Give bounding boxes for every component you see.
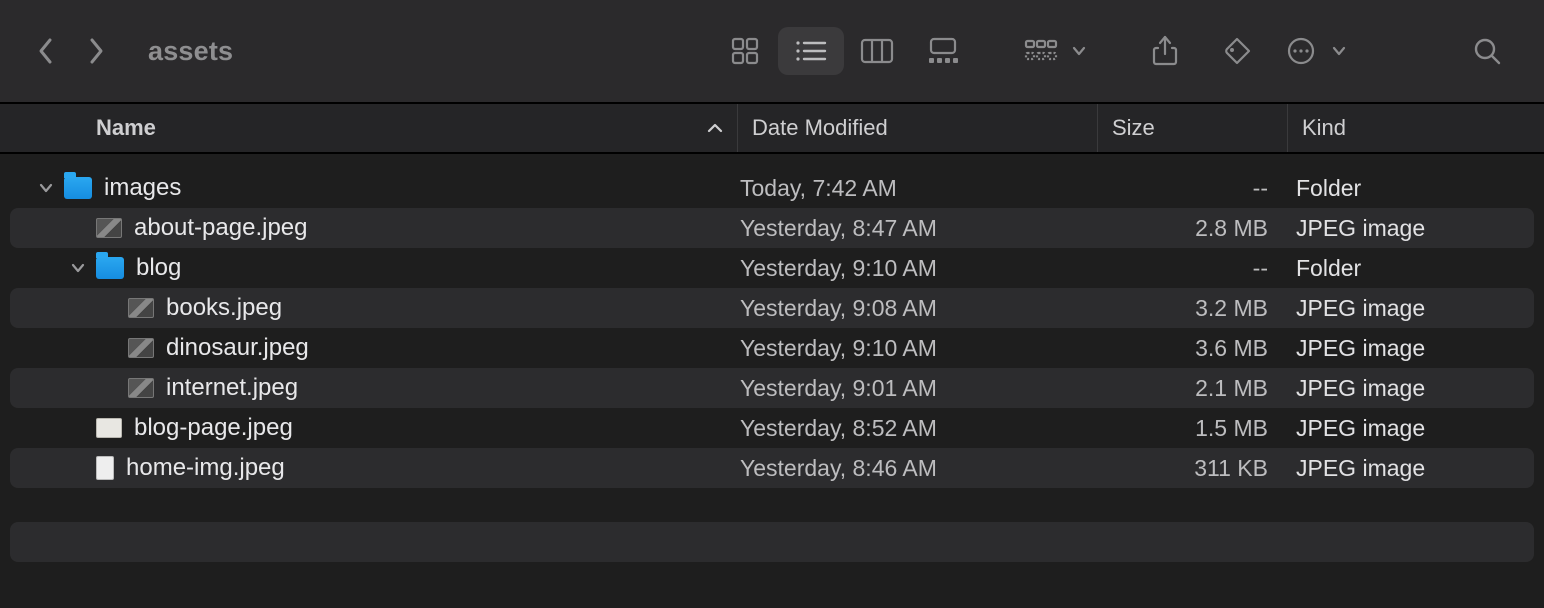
- column-label: Name: [96, 115, 156, 141]
- image-thumb-icon: [96, 456, 114, 480]
- file-name: home-img.jpeg: [126, 454, 285, 482]
- toolbar: assets: [0, 0, 1544, 104]
- folder-icon: [96, 257, 124, 279]
- file-name: books.jpeg: [166, 294, 282, 322]
- file-row[interactable]: blog-page.jpeg Yesterday, 8:52 AM1.5 MBJP…: [10, 408, 1534, 448]
- image-thumb-icon: [128, 298, 154, 318]
- cell-kind: Folder: [1290, 175, 1534, 202]
- cell-name: home-img.jpeg: [10, 454, 740, 482]
- cell-kind: Folder: [1290, 255, 1534, 282]
- view-columns-button[interactable]: [844, 27, 910, 75]
- cell-kind: JPEG image: [1290, 415, 1534, 442]
- column-header-name[interactable]: Name: [0, 104, 738, 152]
- cell-name: images: [10, 174, 740, 202]
- cell-name: books.jpeg: [10, 294, 740, 322]
- view-list-button[interactable]: [778, 27, 844, 75]
- actions-menu-button[interactable]: [1276, 27, 1352, 75]
- cell-date: Yesterday, 9:08 AM: [740, 295, 1100, 322]
- view-icons-button[interactable]: [712, 27, 778, 75]
- column-headers: Name Date Modified Size Kind: [0, 104, 1544, 154]
- cell-size: 3.6 MB: [1100, 335, 1290, 362]
- column-header-kind[interactable]: Kind: [1288, 104, 1544, 152]
- cell-kind: JPEG image: [1290, 455, 1534, 482]
- cell-date: Yesterday, 9:10 AM: [740, 335, 1100, 362]
- cell-name: about-page.jpeg: [10, 214, 740, 242]
- file-row[interactable]: about-page.jpeg Yesterday, 8:47 AM2.8 MBJ…: [10, 208, 1534, 248]
- cell-name: blog-page.jpeg: [10, 414, 740, 442]
- cell-date: Yesterday, 8:52 AM: [740, 415, 1100, 442]
- column-label: Date Modified: [752, 115, 888, 141]
- chevron-down-icon[interactable]: [1326, 27, 1352, 75]
- column-header-date[interactable]: Date Modified: [738, 104, 1098, 152]
- view-gallery-button[interactable]: [910, 27, 976, 75]
- cell-name: blog: [10, 254, 740, 282]
- cell-size: 311 KB: [1100, 455, 1290, 482]
- file-name: images: [104, 174, 181, 202]
- file-row[interactable]: internet.jpeg Yesterday, 9:01 AM2.1 MBJPE…: [10, 368, 1534, 408]
- column-label: Kind: [1302, 115, 1346, 141]
- sort-ascending-icon: [707, 122, 723, 134]
- cell-kind: JPEG image: [1290, 375, 1534, 402]
- cell-size: 3.2 MB: [1100, 295, 1290, 322]
- cell-size: --: [1100, 255, 1290, 282]
- disclosure-triangle[interactable]: [36, 178, 56, 198]
- cell-date: Yesterday, 8:47 AM: [740, 215, 1100, 242]
- file-name: blog-page.jpeg: [134, 414, 293, 442]
- folder-title: assets: [148, 36, 233, 67]
- image-thumb-icon: [128, 378, 154, 398]
- cell-size: 1.5 MB: [1100, 415, 1290, 442]
- share-button[interactable]: [1132, 27, 1198, 75]
- folder-row[interactable]: blog Yesterday, 9:10 AM--Folder: [10, 248, 1534, 288]
- file-row[interactable]: home-img.jpeg Yesterday, 8:46 AM311 KBJPE…: [10, 448, 1534, 488]
- image-thumb-icon: [128, 338, 154, 358]
- column-header-size[interactable]: Size: [1098, 104, 1288, 152]
- folder-row[interactable]: images Today, 7:42 AM--Folder: [10, 168, 1534, 208]
- cell-name: internet.jpeg: [10, 374, 740, 402]
- file-row[interactable]: dinosaur.jpeg Yesterday, 9:10 AM3.6 MBJPE…: [10, 328, 1534, 368]
- empty-row-strip: [10, 522, 1534, 562]
- file-name: internet.jpeg: [166, 374, 298, 402]
- cell-kind: JPEG image: [1290, 295, 1534, 322]
- nav-forward-button[interactable]: [74, 29, 118, 73]
- folder-icon: [64, 177, 92, 199]
- file-name: about-page.jpeg: [134, 214, 307, 242]
- search-button[interactable]: [1454, 27, 1520, 75]
- file-row[interactable]: books.jpeg Yesterday, 9:08 AM3.2 MBJPEG i…: [10, 288, 1534, 328]
- cell-date: Today, 7:42 AM: [740, 175, 1100, 202]
- image-thumb-icon: [96, 418, 122, 438]
- file-name: dinosaur.jpeg: [166, 334, 309, 362]
- file-name: blog: [136, 254, 181, 282]
- chevron-down-icon[interactable]: [1066, 27, 1092, 75]
- image-thumb-icon: [96, 218, 122, 238]
- cell-size: 2.1 MB: [1100, 375, 1290, 402]
- file-list: imagesToday, 7:42 AM--Folderabout-page.j…: [0, 154, 1544, 488]
- cell-size: 2.8 MB: [1100, 215, 1290, 242]
- column-label: Size: [1112, 115, 1155, 141]
- cell-kind: JPEG image: [1290, 215, 1534, 242]
- cell-kind: JPEG image: [1290, 335, 1534, 362]
- view-mode-group: [712, 27, 976, 75]
- cell-date: Yesterday, 9:10 AM: [740, 255, 1100, 282]
- cell-size: --: [1100, 175, 1290, 202]
- cell-date: Yesterday, 9:01 AM: [740, 375, 1100, 402]
- group-by-button[interactable]: [1016, 27, 1092, 75]
- disclosure-triangle[interactable]: [68, 258, 88, 278]
- cell-date: Yesterday, 8:46 AM: [740, 455, 1100, 482]
- tags-button[interactable]: [1204, 27, 1270, 75]
- nav-back-button[interactable]: [24, 29, 68, 73]
- cell-name: dinosaur.jpeg: [10, 334, 740, 362]
